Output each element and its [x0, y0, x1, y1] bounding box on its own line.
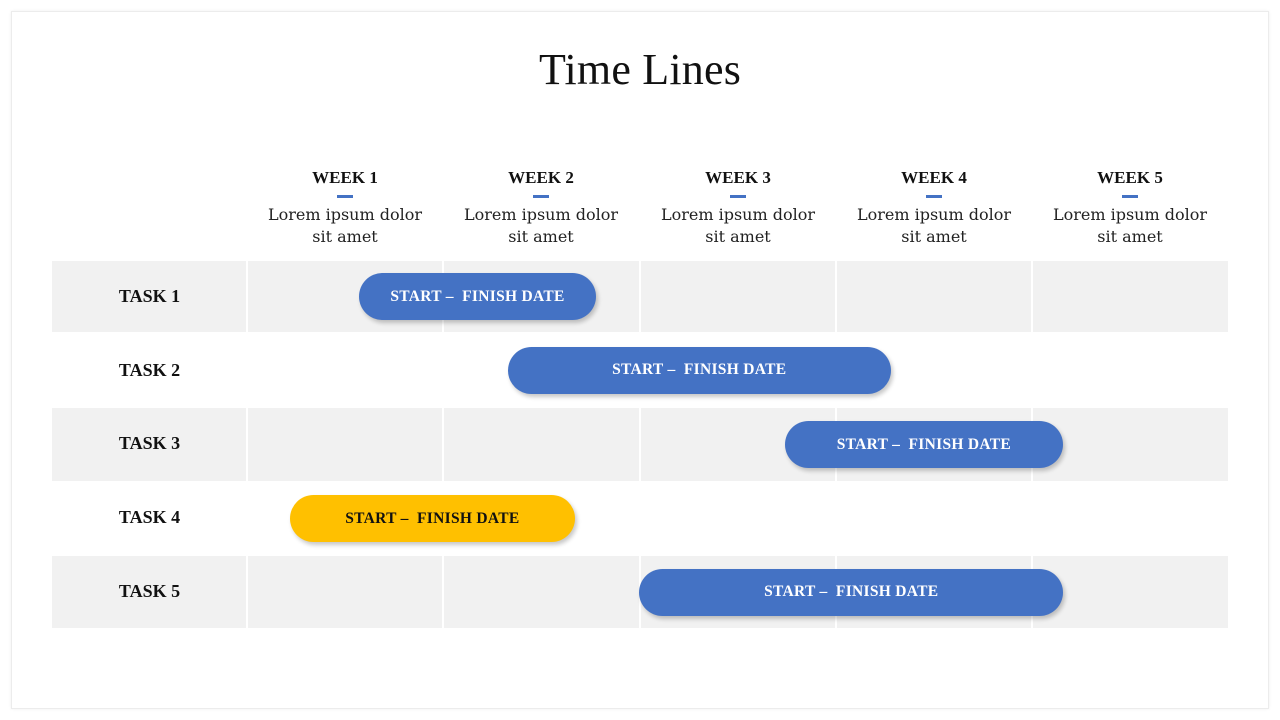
task-label: TASK 4 — [118, 507, 181, 527]
week-label: WEEK 1 — [312, 168, 378, 187]
week-header: WEEK 2 Lorem ipsum dolor sit amet — [443, 168, 639, 248]
task-label: TASK 3 — [118, 433, 181, 453]
week-description: Lorem ipsum dolor sit amet — [267, 205, 423, 246]
week-description: Lorem ipsum dolor sit amet — [660, 205, 816, 246]
week-header: WEEK 4 Lorem ipsum dolor sit amet — [836, 168, 1032, 248]
week-dash-divider — [337, 195, 353, 198]
task-label: TASK 5 — [118, 581, 181, 601]
column-divider — [639, 261, 641, 628]
week-label: WEEK 4 — [901, 168, 967, 187]
week-header: WEEK 1 Lorem ipsum dolor sit amet — [247, 168, 443, 248]
task-bar[interactable]: START – FINISH DATE — [639, 568, 1064, 616]
week-description: Lorem ipsum dolor sit amet — [463, 205, 619, 246]
week-dash-divider — [926, 195, 942, 198]
task-bar[interactable]: START – FINISH DATE — [290, 495, 575, 542]
week-label: WEEK 5 — [1097, 168, 1163, 187]
page-title: Time Lines — [538, 45, 742, 94]
week-label: WEEK 3 — [705, 168, 771, 187]
week-dash-divider — [1122, 195, 1138, 198]
week-dash-divider — [730, 195, 746, 198]
week-header: WEEK 5 Lorem ipsum dolor sit amet — [1032, 168, 1228, 248]
week-dash-divider — [533, 195, 549, 198]
week-label: WEEK 2 — [508, 168, 574, 187]
task-bar[interactable]: START – FINISH DATE — [358, 273, 597, 320]
task-label: TASK 2 — [118, 360, 181, 380]
task-bar[interactable]: START – FINISH DATE — [507, 346, 891, 394]
week-description: Lorem ipsum dolor sit amet — [1052, 205, 1208, 246]
task-label: TASK 1 — [118, 286, 181, 306]
task-bar[interactable]: START – FINISH DATE — [784, 421, 1064, 468]
week-description: Lorem ipsum dolor sit amet — [856, 205, 1012, 246]
week-header: WEEK 3 Lorem ipsum dolor sit amet — [640, 168, 836, 248]
